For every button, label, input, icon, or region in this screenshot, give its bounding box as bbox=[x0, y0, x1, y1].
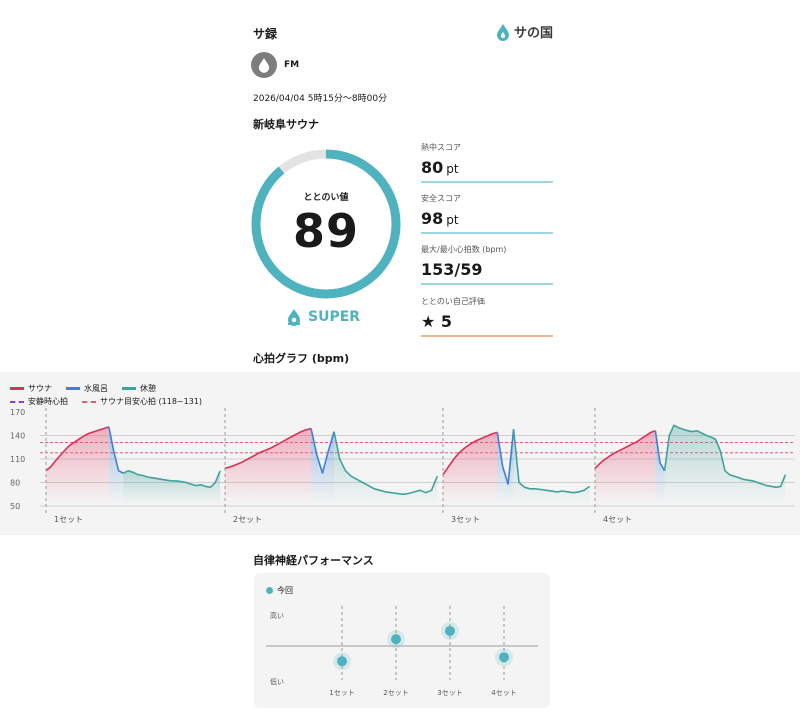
divider bbox=[421, 283, 553, 285]
set-label: 2セット bbox=[233, 515, 262, 524]
sauna-area-set-2 bbox=[225, 428, 312, 505]
cold-area-set-3 bbox=[497, 429, 514, 505]
stat-heat-label: 熱中スコア bbox=[421, 143, 461, 152]
perf-legend-label: 今回 bbox=[277, 586, 293, 595]
perf-category-label: 2セット bbox=[383, 689, 408, 697]
perf-y-high: 高い bbox=[270, 611, 284, 620]
set-label: 1セット bbox=[54, 515, 83, 524]
y-tick-label: 80 bbox=[10, 479, 20, 488]
stat-safety: 安全スコア 98 pt bbox=[421, 193, 553, 234]
perf-dot[interactable] bbox=[445, 625, 455, 636]
rest-area-set-4 bbox=[664, 425, 786, 505]
legend-swatch-resting bbox=[10, 400, 24, 403]
hr-chart: 170 140 110 80 50 1セット 2セット 3セット 4セット bbox=[10, 408, 795, 524]
legend-rest: 休憩 bbox=[122, 383, 156, 394]
legend-swatch-cold bbox=[66, 387, 80, 390]
y-tick-label: 170 bbox=[10, 408, 25, 417]
user-name[interactable]: FM bbox=[284, 60, 299, 70]
legend-cold: 水風呂 bbox=[66, 383, 108, 394]
stat-heat-value: 80 bbox=[421, 158, 444, 177]
perf-y-low: 低い bbox=[270, 677, 284, 686]
brand-logo[interactable]: サの国 bbox=[496, 22, 553, 41]
y-tick-label: 140 bbox=[10, 432, 25, 441]
app-title: サ録 bbox=[253, 27, 278, 41]
stat-safety-unit: pt bbox=[446, 213, 459, 227]
perf-section-title: 自律神経パフォーマンス bbox=[253, 554, 374, 567]
hr-legend-row-1: サウナ 水風呂 休憩 bbox=[10, 383, 156, 394]
y-tick-label: 110 bbox=[10, 455, 25, 464]
avatar[interactable] bbox=[251, 52, 277, 78]
legend-target: サウナ目安心拍 (118~131) bbox=[82, 396, 202, 407]
set-label: 3セット bbox=[451, 515, 480, 524]
stat-self-eval: ととのい自己評価 ★ 5 bbox=[421, 296, 553, 337]
legend-resting: 安静時心拍 bbox=[10, 396, 68, 407]
perf-dot[interactable] bbox=[391, 634, 401, 645]
perf-category-label: 1セット bbox=[329, 689, 354, 697]
perf-legend-dot bbox=[266, 587, 273, 594]
score-label: ととのい値 bbox=[303, 193, 349, 203]
divider bbox=[421, 335, 553, 337]
legend-swatch-rest bbox=[122, 387, 136, 390]
divider bbox=[421, 181, 553, 183]
legend-swatch-sauna bbox=[10, 387, 24, 390]
drop-icon bbox=[497, 23, 509, 41]
stat-safety-value: 98 bbox=[421, 209, 444, 228]
stat-hr-value: 153/59 bbox=[421, 260, 483, 279]
hr-legend-row-2: 安静時心拍 サウナ目安心拍 (118~131) bbox=[10, 396, 202, 407]
perf-chart: 高い低い 1セット 2セット 3セット 4セット bbox=[266, 606, 538, 697]
score-value: 89 bbox=[292, 204, 359, 258]
perf-category-label: 4セット bbox=[491, 689, 516, 697]
perf-category-label: 3セット bbox=[437, 689, 462, 697]
brand-label: サの国 bbox=[514, 26, 554, 41]
hr-section-title: 心拍グラフ (bpm) bbox=[253, 352, 350, 365]
rest-line-set-3 bbox=[512, 429, 591, 494]
stat-heat: 熱中スコア 80 pt bbox=[421, 142, 553, 183]
y-tick-label: 50 bbox=[10, 502, 20, 511]
rank-label: SUPER bbox=[308, 309, 361, 325]
set-label: 4セット bbox=[603, 515, 632, 524]
sauna-area-set-1 bbox=[46, 426, 109, 505]
rank-badge: SUPER bbox=[286, 308, 360, 326]
perf-dot[interactable] bbox=[499, 652, 509, 663]
stat-eval-label: ととのい自己評価 bbox=[421, 297, 485, 306]
avatar-drop-icon bbox=[258, 58, 270, 73]
rest-area-set-1 bbox=[123, 470, 221, 505]
legend-sauna: サウナ bbox=[10, 383, 52, 394]
stat-eval-value: ★ 5 bbox=[421, 312, 453, 331]
facility-name[interactable]: 新岐阜サウナ bbox=[253, 116, 319, 132]
stat-heartrate: 最大/最小心拍数 (bpm) 153/59 bbox=[421, 244, 553, 285]
rank-icon bbox=[288, 309, 300, 326]
perf-dot[interactable] bbox=[337, 656, 347, 667]
rest-area-set-3 bbox=[513, 429, 590, 505]
perf-legend: 今回 bbox=[266, 585, 293, 596]
legend-swatch-target bbox=[82, 400, 96, 403]
session-datetime: 2026/04/04 5時15分〜8時00分 bbox=[253, 94, 388, 104]
stat-hr-label: 最大/最小心拍数 (bpm) bbox=[421, 245, 507, 254]
stat-heat-unit: pt bbox=[446, 162, 459, 176]
cold-area-set-2 bbox=[311, 428, 334, 505]
divider bbox=[421, 232, 553, 234]
stat-safety-label: 安全スコア bbox=[421, 194, 461, 203]
sauna-area-set-4 bbox=[595, 430, 656, 505]
